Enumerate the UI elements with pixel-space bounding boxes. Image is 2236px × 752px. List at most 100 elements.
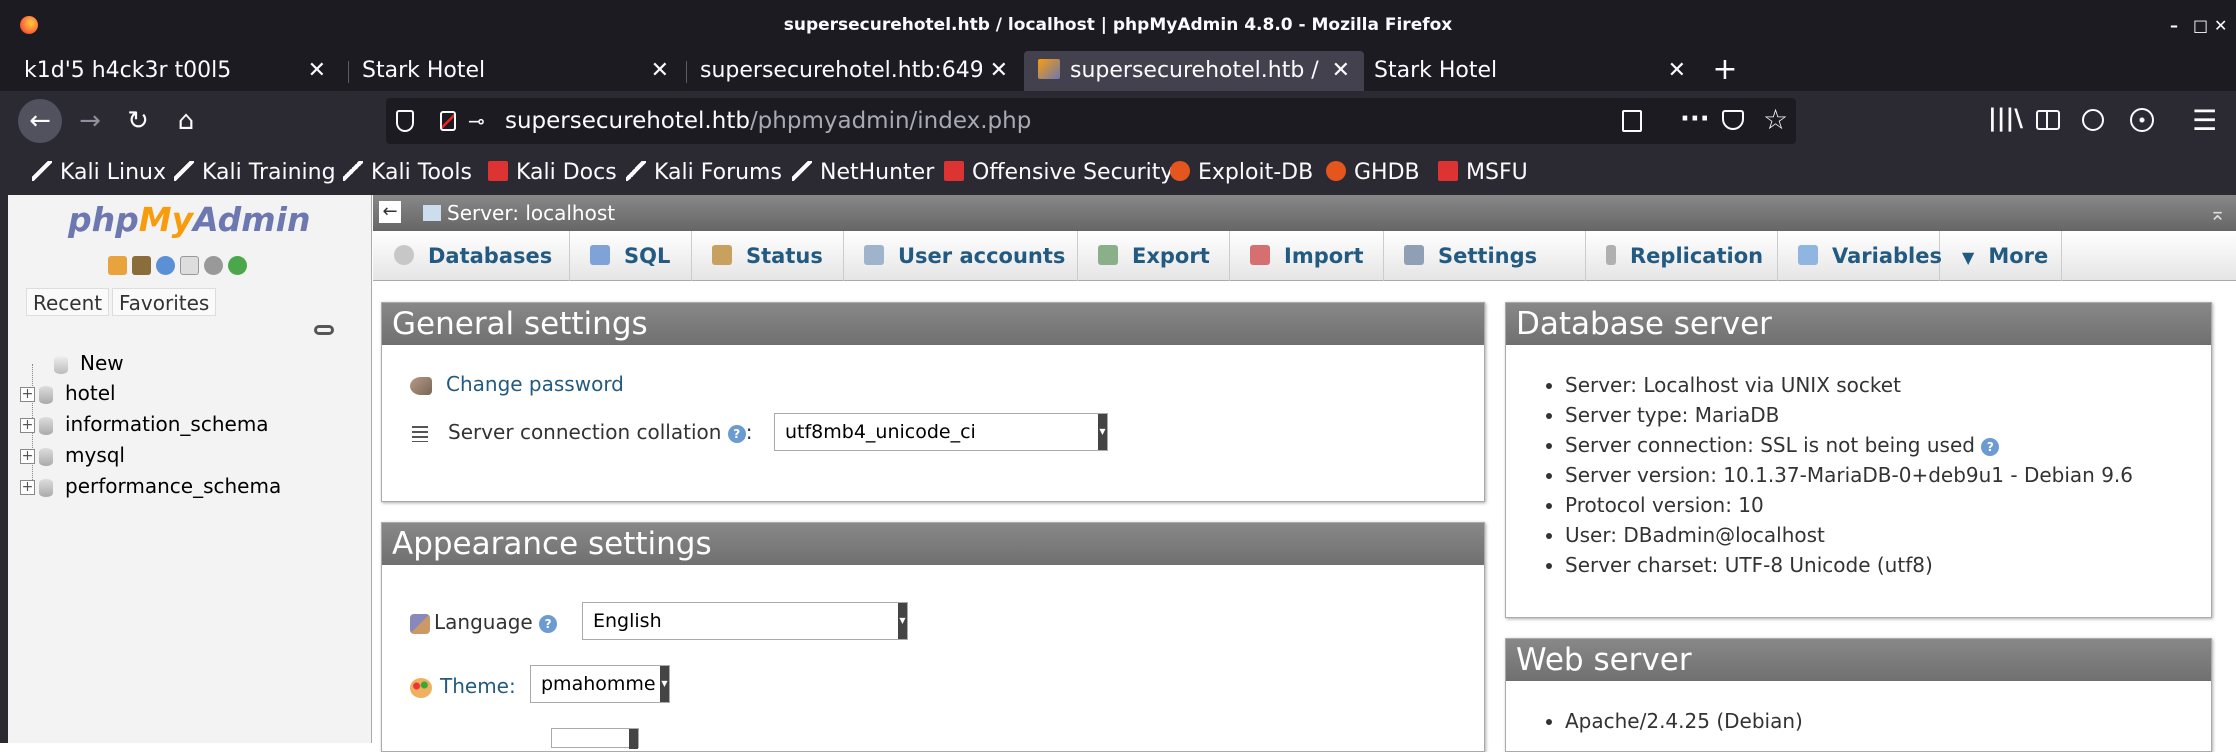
home-icon[interactable] [108, 256, 127, 275]
databases-icon [394, 245, 414, 265]
home-button[interactable]: ⌂ [166, 101, 206, 141]
tab-phpmyadmin[interactable]: supersecurehotel.htb / localhost ✕ [1024, 51, 1364, 91]
phpmyadmin-favicon-icon [1038, 59, 1060, 79]
reload-navigation-icon[interactable] [228, 256, 247, 275]
tab-tools[interactable]: k1d'5 h4ck3r t00l5 ✕ [10, 51, 340, 91]
bookmark-kali-forums[interactable]: Kali Forums [626, 151, 782, 195]
kali-dragon-icon [626, 161, 646, 181]
reader-view-icon[interactable] [1622, 110, 1642, 132]
menu-icon[interactable]: ☰ [2192, 104, 2217, 137]
minimize-button[interactable]: – [2170, 0, 2178, 51]
tab-status[interactable]: Status [692, 231, 844, 281]
expand-icon[interactable]: + [20, 418, 35, 433]
close-tab-icon[interactable]: ✕ [1332, 51, 1350, 91]
tab-supersecurehotel-64999[interactable]: supersecurehotel.htb:64999 ✕ [686, 51, 1022, 91]
tab-sql[interactable]: SQL [570, 231, 692, 281]
insecure-lock-icon[interactable] [440, 111, 456, 131]
bookmark-offensive-security[interactable]: Offensive Security [944, 151, 1173, 195]
star-icon[interactable]: ☆ [1763, 103, 1788, 136]
server-info-item: Server version: 10.1.37-MariaDB-0+deb9u1… [1565, 460, 2133, 490]
phpmyadmin-logo[interactable]: phpMyAdmin [68, 200, 310, 239]
theme-label[interactable]: Theme: [410, 674, 516, 698]
bookmark-kali-training[interactable]: Kali Training [174, 151, 336, 195]
logout-icon[interactable] [132, 256, 151, 275]
tree-item-information-schema[interactable]: + information_schema [20, 410, 269, 438]
tree-item-performance-schema[interactable]: + performance_schema [20, 472, 281, 500]
close-tab-icon[interactable]: ✕ [990, 51, 1008, 91]
tab-user-accounts[interactable]: User accounts [844, 231, 1078, 281]
window-edge [0, 195, 8, 743]
dropdown-arrow-icon: ▼ [660, 666, 669, 702]
back-button[interactable]: ← [18, 99, 62, 143]
bookmark-kali-linux[interactable]: Kali Linux [32, 151, 166, 195]
replication-icon [1606, 245, 1616, 265]
server-breadcrumb[interactable]: Server: localhost [423, 195, 615, 231]
close-window-button[interactable]: ✕ [2214, 0, 2227, 51]
favorite-tables-button[interactable]: Favorites [112, 288, 217, 316]
expand-icon[interactable]: + [20, 387, 35, 402]
exploit-db-icon [1170, 161, 1190, 181]
tree-item-mysql[interactable]: + mysql [20, 441, 125, 469]
close-tab-icon[interactable]: ✕ [308, 51, 326, 91]
url-text[interactable]: supersecurehotel.htb/phpmyadmin/index.ph… [505, 98, 1031, 144]
bookmark-exploit-db[interactable]: Exploit-DB [1170, 151, 1313, 195]
tab-stark-hotel[interactable]: Stark Hotel ✕ [348, 51, 683, 91]
tab-variables[interactable]: Variables [1778, 231, 1942, 281]
close-tab-icon[interactable]: ✕ [651, 51, 669, 91]
language-select[interactable]: English ▼ [582, 602, 908, 640]
settings-gear-icon[interactable] [204, 256, 223, 275]
docs-icon[interactable] [180, 256, 199, 275]
theme-select[interactable]: pmahomme ▼ [530, 665, 670, 703]
key-icon[interactable]: ⊸ [468, 111, 492, 131]
help-icon[interactable]: ? [727, 424, 746, 443]
server-info-item: Server: Localhost via UNIX socket [1565, 370, 2133, 400]
ghdb-icon [1326, 161, 1346, 181]
shield-icon[interactable] [396, 110, 414, 132]
tab-import[interactable]: Import [1230, 231, 1384, 281]
bookmark-msfu[interactable]: MSFU [1438, 151, 1528, 195]
tab-settings[interactable]: Settings [1384, 231, 1586, 281]
tab-stark-hotel-2[interactable]: Stark Hotel ✕ [1360, 51, 1700, 91]
tab-label: supersecurehotel.htb:64999 [700, 58, 982, 83]
bookmark-kali-docs[interactable]: Kali Docs [488, 151, 617, 195]
help-icon[interactable]: ? [1981, 437, 2000, 456]
bookmark-kali-tools[interactable]: Kali Tools [343, 151, 472, 195]
forward-button[interactable]: → [70, 101, 110, 141]
maximize-button[interactable]: □ [2193, 0, 2208, 51]
kali-dragon-icon [32, 161, 52, 181]
help-icon[interactable] [156, 256, 175, 275]
change-password-link[interactable]: Change password [410, 372, 624, 396]
appearance-settings-title: Appearance settings [382, 523, 1484, 565]
tab-replication[interactable]: Replication [1586, 231, 1778, 281]
database-icon [39, 385, 53, 404]
server-breadcrumb-bar: ← Server: localhost ⌅ [373, 195, 2236, 231]
font-size-select[interactable] [551, 728, 639, 749]
kali-dragon-icon [174, 161, 194, 181]
reload-button[interactable]: ↻ [118, 101, 158, 141]
database-icon [39, 447, 53, 466]
collation-select[interactable]: utf8mb4_unicode_ci ▼ [774, 413, 1108, 451]
extensions-icon[interactable] [2130, 108, 2154, 132]
account-icon[interactable] [2082, 109, 2104, 131]
collapse-navigation-button[interactable]: ← [379, 201, 401, 223]
more-icon[interactable]: ··· [1680, 104, 1710, 134]
sidebar-icon[interactable] [2036, 110, 2060, 130]
new-tab-button[interactable]: + [1710, 51, 1740, 91]
tab-more[interactable]: ▼ More [1940, 231, 2062, 281]
expand-icon[interactable]: + [20, 480, 35, 495]
recent-tables-button[interactable]: Recent [26, 288, 110, 316]
link-with-main-panel-icon[interactable] [314, 325, 334, 335]
bookmark-ghdb[interactable]: GHDB [1326, 151, 1420, 195]
chevron-down-icon: ▼ [1962, 248, 1975, 267]
bookmark-nethunter[interactable]: NetHunter [792, 151, 934, 195]
expand-icon[interactable]: + [20, 449, 35, 464]
close-tab-icon[interactable]: ✕ [1668, 51, 1686, 91]
tree-item-hotel[interactable]: + hotel [20, 379, 116, 407]
dropdown-arrow-icon: ▼ [1098, 414, 1107, 450]
tree-item-new[interactable]: New [54, 349, 124, 377]
tab-export[interactable]: Export [1078, 231, 1230, 281]
scroll-top-icon[interactable]: ⌅ [2209, 195, 2226, 231]
tab-databases[interactable]: Databases [380, 231, 570, 281]
library-icon[interactable]: |||\ [1988, 104, 2023, 132]
help-icon[interactable]: ? [539, 614, 558, 633]
